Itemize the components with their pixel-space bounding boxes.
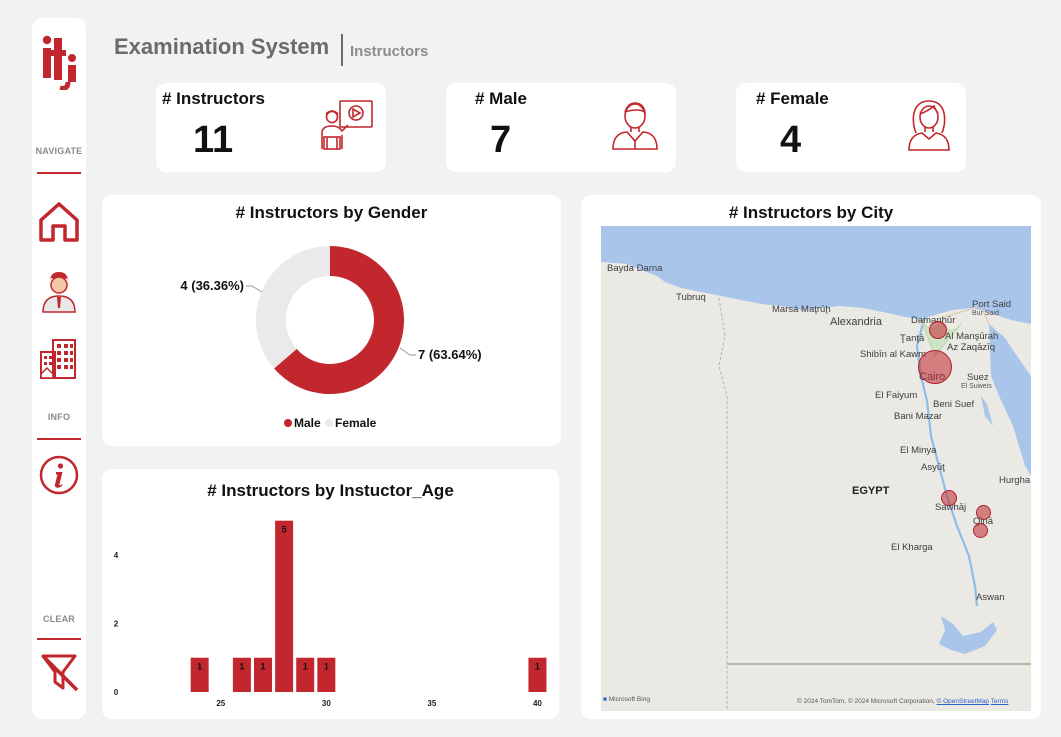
city-map[interactable]: Bayda Darna Tubruq Marsá Maţrūḩ Alexandr… [601, 226, 1031, 711]
kpi-label: # Instructors [162, 89, 265, 108]
legend-label-female[interactable]: Female [335, 416, 377, 430]
kpi-label: # Female [756, 89, 829, 108]
map-label-aswan: Aswan [976, 592, 1005, 603]
map-label-benisuef: Beni Suef [933, 399, 975, 410]
clear-filter-icon[interactable] [37, 648, 81, 694]
kpi-value: 7 [490, 119, 512, 161]
map-label-faiyum: El Faiyum [875, 390, 918, 401]
donut-slice-female[interactable] [256, 246, 330, 369]
y-tick-label: 4 [114, 551, 119, 560]
female-person-icon [904, 97, 954, 158]
age-bar-label-28: 5 [282, 525, 287, 535]
map-label-portsaid-ar: Bur Said [972, 310, 999, 317]
city-bubble-damanhur[interactable] [929, 321, 947, 339]
page-subtitle: Instructors [350, 43, 429, 60]
map-label-marsa: Marsá Maţrūḩ [772, 304, 831, 315]
male-person-icon [610, 97, 660, 158]
home-icon[interactable] [37, 198, 81, 244]
city-bubble-cairo[interactable] [918, 350, 952, 384]
legend-marker-female [325, 419, 333, 427]
age-chart-card: # Instructors by Instuctor_Age 111511102… [102, 469, 559, 719]
female-data-label: 4 (36.36%) [180, 278, 244, 293]
age-bar-chart: 1 1 1 5 1 1 1 0 2 4 25 30 35 40 [114, 520, 547, 708]
iti-logo [38, 28, 80, 91]
bing-label: Microsoft Bing [608, 696, 650, 703]
kpi-card-male: # Male 7 [446, 83, 676, 172]
map-label-shibin: Shibīn al Kawm [860, 349, 927, 360]
map-label-suez: Suez [967, 372, 989, 383]
age-bar-28[interactable] [275, 520, 294, 692]
instructor-icon[interactable] [37, 268, 81, 314]
map-label-suez-ar: El Suweis [961, 383, 992, 390]
city-bubble-sawhaj[interactable] [941, 490, 957, 506]
map-title: # Instructors by City [728, 203, 894, 222]
map-label-egypt: EGYPT [852, 485, 890, 497]
y-tick-label: 2 [114, 619, 119, 628]
sidebar: NAVIGATE INFO CLEAR [32, 18, 86, 719]
page-title: Examination System [114, 34, 330, 59]
kpi-label: # Male [475, 89, 527, 108]
age-bar-label-30: 1 [324, 662, 329, 672]
map-label-asyut: Asyūţ [921, 462, 945, 473]
legend-marker-male [284, 419, 292, 427]
map-label-portsaid: Port Said [972, 299, 1012, 310]
kpi-value: 4 [780, 119, 802, 161]
terms-link[interactable]: Terms [991, 698, 1009, 705]
copyright-text: © 2024 TomTom, © 2024 Microsoft Corporat… [797, 698, 937, 705]
map-label-banimazar: Bani Mazar [894, 411, 943, 422]
map-label-tubruq: Tubruq [676, 292, 706, 303]
age-bar-label-29: 1 [303, 662, 308, 672]
map-label-kharga: El Kharga [891, 542, 933, 553]
map-label-bayda: Bayda Darna [607, 263, 663, 274]
gender-donut-chart: 7 (63.64%) 4 (36.36%) Male Female [180, 246, 482, 430]
map-label-azzaqaziq: Az Zaqāzīq [947, 342, 996, 353]
map-label-hurghada: Hurgha [999, 475, 1031, 486]
kpi-value: 11 [193, 119, 234, 161]
teacher-presentation-icon [318, 97, 374, 160]
openstreetmap-link[interactable]: © OpenStreetMap [937, 698, 989, 705]
male-leader-line [399, 347, 416, 356]
gender-chart-card: # Instructors by Gender 7 (63.64%) 4 (36.… [102, 195, 561, 446]
age-bar-label-27: 1 [260, 662, 265, 672]
info-divider [37, 438, 81, 440]
age-bar-label-26: 1 [239, 662, 244, 672]
info-label: INFO [47, 412, 71, 422]
map-label-minya: El Minya [900, 445, 937, 456]
navigate-label: NAVIGATE [35, 146, 83, 156]
y-tick-label: 0 [114, 688, 119, 697]
map-label-tanta: Ţanţā [900, 333, 925, 344]
building-icon[interactable] [37, 336, 81, 382]
map-attribution: © 2024 TomTom, © 2024 Microsoft Corporat… [797, 698, 1008, 705]
x-tick-label: 25 [216, 699, 225, 708]
info-icon[interactable] [37, 452, 81, 498]
map-label-almansurah: Al Manşūrah [945, 331, 999, 342]
legend-label-male[interactable]: Male [294, 416, 321, 430]
map-label-alexandria: Alexandria [830, 316, 882, 328]
x-tick-label: 40 [533, 699, 542, 708]
bing-logo: ■ Microsoft Bing [603, 696, 650, 703]
kpi-card-female: # Female 4 [736, 83, 966, 172]
navigate-divider [37, 172, 81, 174]
age-bar-label-24: 1 [197, 662, 202, 672]
x-tick-label: 30 [322, 699, 331, 708]
kpi-card-instructors: # Instructors 11 [156, 83, 386, 172]
male-data-label: 7 (63.64%) [418, 347, 482, 362]
clear-label: CLEAR [43, 614, 75, 624]
age-bar-label-40: 1 [535, 662, 540, 672]
female-leader-line [246, 285, 263, 293]
title-separator [341, 34, 343, 66]
clear-divider [37, 638, 81, 640]
x-tick-label: 35 [427, 699, 436, 708]
city-bubble-qina[interactable] [976, 505, 991, 520]
city-bubble-luxor[interactable] [973, 523, 988, 538]
